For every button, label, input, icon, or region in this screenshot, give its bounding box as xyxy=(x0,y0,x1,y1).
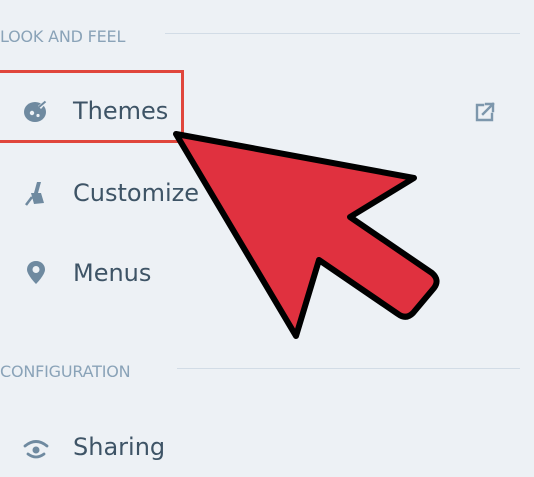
share-icon xyxy=(22,433,50,461)
section-header-look-and-feel: LOOK AND FEEL xyxy=(0,24,125,48)
sidebar-item-label-menus: Menus xyxy=(73,259,152,287)
external-link-icon[interactable] xyxy=(473,100,497,124)
sidebar-item-sharing[interactable]: Sharing xyxy=(0,417,520,477)
section-divider xyxy=(165,33,520,34)
section-header-configuration: CONFIGURATION xyxy=(0,359,131,383)
section-title-configuration: CONFIGURATION xyxy=(0,361,131,381)
paintbrush-icon xyxy=(22,179,50,207)
sidebar-item-label-sharing: Sharing xyxy=(73,433,166,461)
sidebar-item-menus[interactable]: Menus xyxy=(0,243,520,303)
section-divider xyxy=(177,368,520,369)
highlight-box xyxy=(0,70,184,143)
section-title-look-and-feel: LOOK AND FEEL xyxy=(0,26,126,46)
sidebar-item-customize[interactable]: Customize xyxy=(0,163,520,223)
sidebar-item-label-customize: Customize xyxy=(73,179,199,207)
map-pin-icon xyxy=(22,259,50,287)
